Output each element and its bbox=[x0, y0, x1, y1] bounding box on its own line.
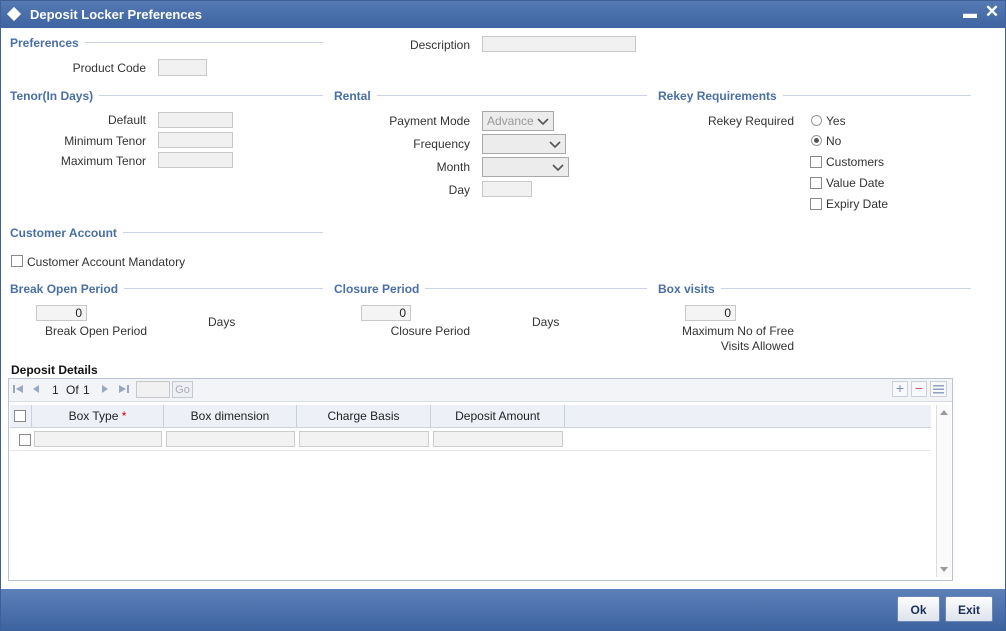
expiry-date-label: Expiry Date bbox=[826, 197, 889, 211]
payment-mode-select[interactable]: Advance bbox=[482, 111, 554, 131]
product-code-label: Product Code bbox=[72, 61, 146, 75]
rental-divider bbox=[334, 95, 647, 96]
row-select-checkbox[interactable] bbox=[19, 434, 31, 446]
rekey-required-label: Rekey Required bbox=[707, 114, 794, 128]
pager-total-pages: 1 bbox=[83, 383, 90, 397]
rekey-no-radio[interactable] bbox=[811, 135, 822, 146]
column-header-box-dimension[interactable]: Box dimension bbox=[164, 405, 297, 427]
grid-vertical-scrollbar[interactable] bbox=[936, 405, 951, 577]
payment-mode-value: Advance bbox=[487, 114, 534, 128]
customer-account-mandatory-label: Customer Account Mandatory bbox=[27, 255, 186, 269]
payment-mode-label: Payment Mode bbox=[389, 114, 470, 128]
scroll-down-icon[interactable] bbox=[940, 567, 948, 573]
customer-account-mandatory-checkbox[interactable] bbox=[11, 255, 23, 267]
break-open-section-title: Break Open Period bbox=[10, 282, 125, 296]
column-header-box-type[interactable]: Box Type * bbox=[32, 405, 164, 427]
grid-header-row: Box Type * Box dimension Charge Basis De… bbox=[10, 405, 931, 428]
chevron-down-icon bbox=[552, 164, 564, 172]
page-number-input[interactable] bbox=[136, 381, 170, 398]
previous-page-icon[interactable] bbox=[31, 383, 41, 395]
exit-button[interactable]: Exit bbox=[945, 596, 993, 622]
select-all-checkbox[interactable] bbox=[14, 410, 26, 422]
closure-days-label: Days bbox=[532, 315, 560, 329]
list-icon bbox=[933, 385, 944, 394]
window-title: Deposit Locker Preferences bbox=[30, 7, 202, 22]
first-page-icon[interactable] bbox=[12, 383, 24, 395]
minimum-tenor-input[interactable] bbox=[158, 132, 233, 148]
charge-basis-cell-input[interactable] bbox=[299, 431, 429, 447]
rekey-section-title: Rekey Requirements bbox=[658, 89, 783, 103]
customers-label: Customers bbox=[826, 155, 885, 169]
rental-section-title: Rental bbox=[334, 89, 377, 103]
maximum-tenor-input[interactable] bbox=[158, 152, 233, 168]
tenor-section-title: Tenor(In Days) bbox=[10, 89, 100, 103]
required-marker: * bbox=[121, 409, 127, 423]
closure-section-title: Closure Period bbox=[334, 282, 426, 296]
description-label: Description bbox=[409, 38, 470, 52]
frequency-label: Frequency bbox=[413, 137, 470, 151]
minimize-icon[interactable]: ▬ bbox=[963, 6, 977, 20]
free-visits-input[interactable]: 0 bbox=[685, 305, 736, 321]
description-input[interactable] bbox=[482, 36, 636, 52]
rekey-no-label: No bbox=[826, 134, 842, 148]
deposit-amount-cell-input[interactable] bbox=[433, 431, 563, 447]
product-code-input[interactable] bbox=[158, 59, 207, 76]
pager-current-page: 1 bbox=[52, 383, 59, 397]
break-open-period-label: Break Open Period bbox=[44, 324, 147, 338]
delete-row-icon[interactable]: − bbox=[911, 381, 927, 397]
footer-bar: Ok Exit bbox=[1, 589, 1005, 630]
box-dimension-cell-input[interactable] bbox=[166, 431, 295, 447]
column-header-deposit-amount[interactable]: Deposit Amount bbox=[431, 405, 565, 427]
single-view-icon[interactable] bbox=[930, 381, 947, 397]
preferences-section-title: Preferences bbox=[10, 36, 85, 50]
rekey-yes-label: Yes bbox=[826, 114, 846, 128]
tenor-default-label: Default bbox=[107, 113, 146, 127]
scroll-up-icon[interactable] bbox=[940, 409, 948, 415]
frequency-select[interactable] bbox=[482, 134, 566, 154]
closure-period-input[interactable]: 0 bbox=[361, 305, 411, 321]
month-select[interactable] bbox=[482, 157, 569, 177]
last-page-icon[interactable] bbox=[118, 383, 130, 395]
closure-period-label: Closure Period bbox=[390, 324, 470, 338]
value-date-checkbox[interactable] bbox=[810, 177, 822, 189]
ok-button[interactable]: Ok bbox=[897, 596, 940, 622]
minimum-tenor-label: Minimum Tenor bbox=[64, 134, 146, 148]
day-label: Day bbox=[448, 183, 470, 197]
month-label: Month bbox=[436, 160, 470, 174]
rekey-yes-radio[interactable] bbox=[811, 115, 822, 126]
tenor-default-input[interactable] bbox=[158, 112, 233, 128]
free-visits-label-line1: Maximum No of Free bbox=[681, 324, 794, 338]
app-diamond-icon bbox=[6, 6, 22, 22]
chevron-down-icon bbox=[549, 141, 561, 149]
maximum-tenor-label: Maximum Tenor bbox=[60, 154, 146, 168]
deposit-details-title: Deposit Details bbox=[11, 363, 98, 377]
dialog-window: Deposit Locker Preferences ▬ ✕ Preferenc… bbox=[0, 0, 1006, 631]
break-open-period-input[interactable]: 0 bbox=[36, 305, 87, 321]
go-button[interactable]: Go bbox=[172, 381, 193, 398]
customers-checkbox[interactable] bbox=[810, 156, 822, 168]
customer-account-section-title: Customer Account bbox=[10, 226, 123, 240]
pager-of-label: Of bbox=[66, 383, 79, 397]
next-page-icon[interactable] bbox=[100, 383, 110, 395]
break-open-days-label: Days bbox=[208, 315, 236, 329]
free-visits-label-line2: Visits Allowed bbox=[720, 339, 794, 353]
table-row bbox=[10, 428, 931, 451]
chevron-down-icon bbox=[537, 118, 549, 126]
column-header-charge-basis[interactable]: Charge Basis bbox=[297, 405, 431, 427]
value-date-label: Value Date bbox=[826, 176, 885, 190]
box-type-cell-input[interactable] bbox=[34, 431, 162, 447]
select-all-cell bbox=[10, 405, 32, 427]
day-input[interactable] bbox=[482, 181, 532, 197]
title-bar: Deposit Locker Preferences ▬ ✕ bbox=[1, 1, 1005, 28]
deposit-details-grid: 1 Of 1 Go + − Box Type * Box dimension C… bbox=[8, 378, 953, 581]
expiry-date-checkbox[interactable] bbox=[810, 198, 822, 210]
close-icon[interactable]: ✕ bbox=[984, 3, 1000, 21]
column-header-box-type-label: Box Type bbox=[68, 409, 119, 423]
grid-pager: 1 Of 1 Go + − bbox=[9, 379, 952, 402]
box-visits-section-title: Box visits bbox=[658, 282, 721, 296]
add-row-icon[interactable]: + bbox=[892, 381, 908, 397]
